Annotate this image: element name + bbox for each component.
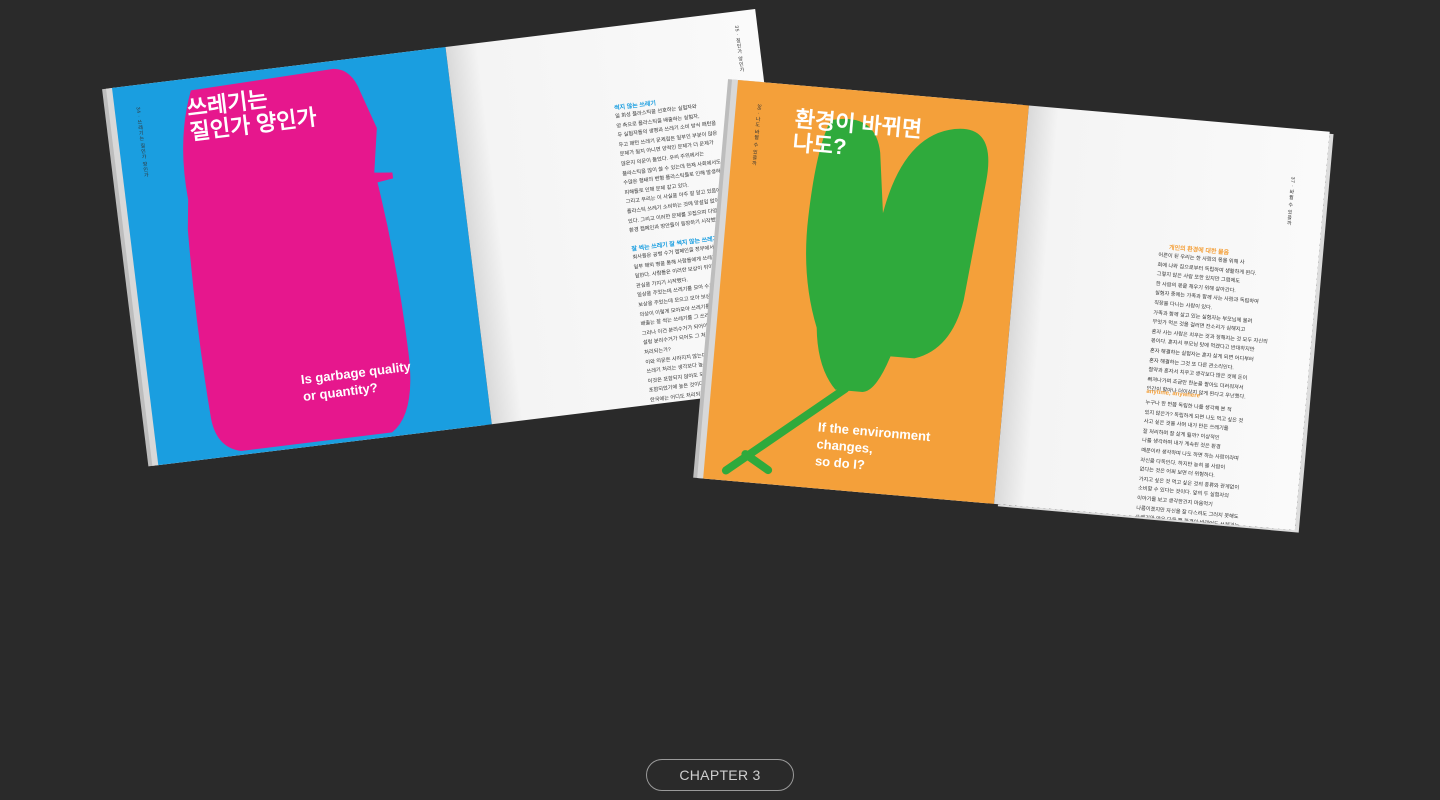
book1-right-running-head: 35 · 질인가 양인가	[733, 25, 745, 73]
book2-right-running-head: 37 · 바뀔 수 있을까	[1285, 176, 1296, 227]
book2-title-en: If the environment changes, so do I?	[814, 419, 931, 473]
book2-right-page: 37 · 바뀔 수 있을까 개인의 환경에 대한 물음 어른이 된 우리는 한 …	[994, 105, 1330, 531]
book2-section1-body: 어른이 된 우리는 한 사람의 몫을 위해 사 회에 나와 집으로부터 독립하여…	[1146, 252, 1268, 401]
book2-left-page: 환경이 바뀌면 나도? If the environment changes, …	[703, 80, 1029, 504]
book1-left-page: 쓰레기는 질인가 양인가 Is garbage quality or quant…	[112, 47, 492, 466]
book-spread-1[interactable]: 쓰레기는 질인가 양인가 Is garbage quality or quant…	[112, 9, 802, 466]
book2-section2-body: 누구나 한 번쯤 독립한 나를 생각해 본 적 있지 않은가? 독립하게 되면 …	[1134, 399, 1244, 531]
chapter-button[interactable]: CHAPTER 3	[646, 759, 794, 791]
stage: 쓰레기는 질인가 양인가 Is garbage quality or quant…	[0, 0, 1440, 800]
book-spread-2[interactable]: 환경이 바뀌면 나도? If the environment changes, …	[703, 80, 1330, 531]
